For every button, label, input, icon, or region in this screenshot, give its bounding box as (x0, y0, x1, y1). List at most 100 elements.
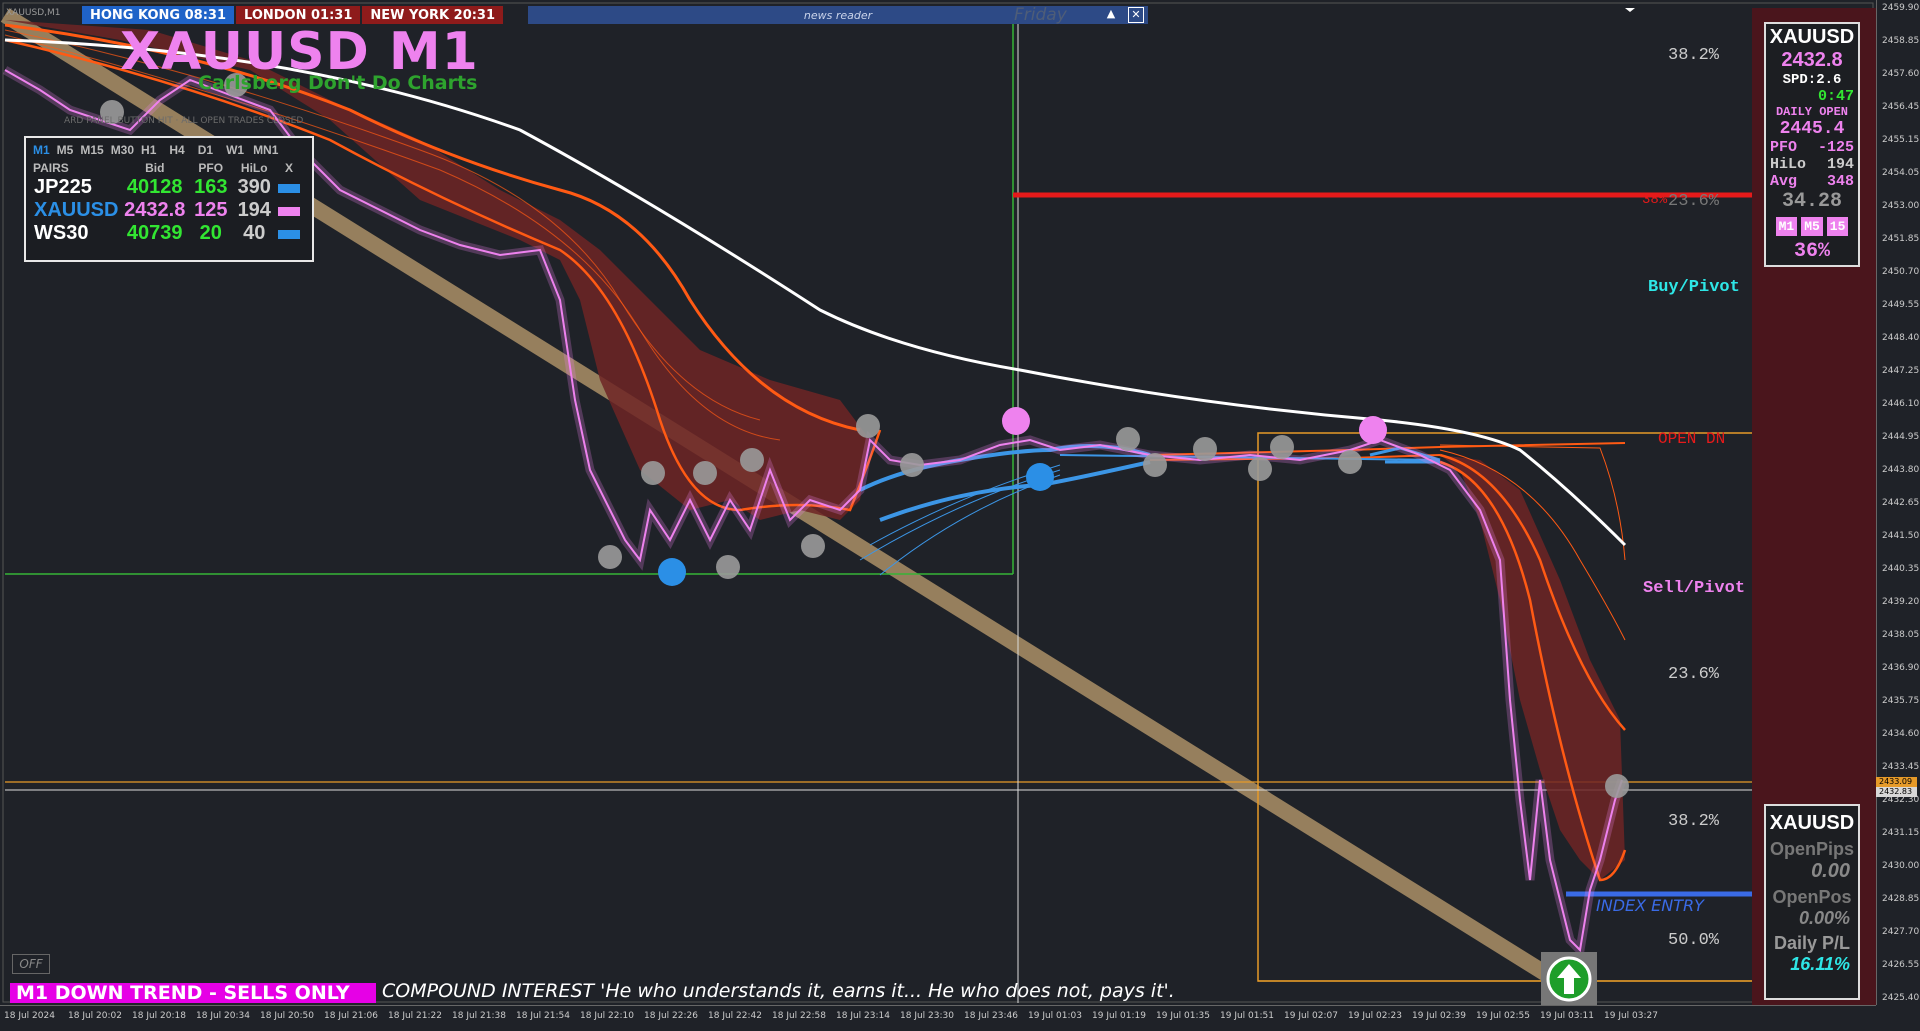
price-tick: 2447.25 (1882, 366, 1920, 376)
price-tick: 2431.15 (1882, 828, 1920, 838)
time-tick: 18 Jul 21:38 (452, 1011, 506, 1021)
pfo-value: -125 (1817, 139, 1854, 156)
tf-mn1[interactable]: MN1 (252, 142, 279, 158)
index-entry-label: INDEX ENTRY (1596, 896, 1704, 915)
tf-m15[interactable]: M15 (79, 142, 109, 158)
price-tick: 2441.50 (1882, 531, 1920, 541)
hilo-value: 194 (1826, 156, 1854, 173)
symbol-info-panel: XAUUSD 2432.8 SPD:2.6 0:47 DAILY OPEN 24… (1764, 22, 1860, 267)
price-tick: 2448.40 (1882, 333, 1920, 343)
fib-label: 23.6% (1668, 192, 1720, 211)
time-tick: 19 Jul 01:35 (1156, 1011, 1210, 1021)
time-tick: 18 Jul 21:22 (388, 1011, 442, 1021)
price-tag: 2432.83 (1876, 787, 1917, 797)
news-reader-bar[interactable]: news reader Friday ▲ ✕ (528, 5, 1148, 25)
avg-value: 348 (1826, 173, 1854, 190)
price-tick: 2458.85 (1882, 36, 1920, 46)
time-tick: 19 Jul 02:55 (1476, 1011, 1530, 1021)
time-tick: 18 Jul 23:14 (836, 1011, 890, 1021)
symbol-corner: XAUUSD,M1 (6, 8, 61, 18)
tf-m30[interactable]: M30 (110, 142, 140, 158)
avg-label: Avg (1770, 173, 1798, 190)
time-tick: 19 Jul 03:27 (1604, 1011, 1658, 1021)
pos-symbol: XAUUSD (1769, 812, 1855, 834)
pair-swatch[interactable] (278, 207, 300, 216)
close-icon[interactable]: ✕ (1128, 7, 1144, 23)
price-tick: 2453.00 (1882, 201, 1920, 211)
tf-d1[interactable]: D1 (197, 142, 225, 158)
price-tick: 2454.05 (1882, 168, 1920, 178)
time-tick: 18 Jul 20:18 (132, 1011, 186, 1021)
time-tick: 18 Jul 22:26 (644, 1011, 698, 1021)
off-button[interactable]: OFF (12, 954, 50, 974)
status-text: ARD PANEL BUTTON HIT · ALL OPEN TRADES C… (64, 116, 304, 126)
price-tick: 2443.80 (1882, 465, 1920, 475)
tf-w1[interactable]: W1 (225, 142, 252, 158)
time-tick: 18 Jul 20:02 (68, 1011, 122, 1021)
price-tick: 2442.65 (1882, 498, 1920, 508)
price-tick: 2450.70 (1882, 267, 1920, 277)
day-label: Friday (1014, 5, 1067, 25)
time-tick: 19 Jul 03:11 (1540, 1011, 1594, 1021)
pair-pfo: 163 (194, 176, 228, 198)
table-row[interactable]: XAUUSD 2432.8 125 194 (32, 199, 302, 222)
open-pips-value: 0.00 (1811, 860, 1850, 882)
price-tick: 2451.85 (1882, 234, 1920, 244)
info-percent: 36% (1793, 240, 1830, 263)
time-tick: 18 Jul 21:06 (324, 1011, 378, 1021)
tf-h4[interactable]: H4 (168, 142, 196, 158)
info-spread: SPD:2.6 (1782, 72, 1842, 88)
table-row[interactable]: WS30 40739 20 40 (32, 222, 302, 245)
time-tick: 18 Jul 20:34 (196, 1011, 250, 1021)
pair-name[interactable]: WS30 (32, 222, 120, 245)
daily-pl-value: 16.11% (1790, 954, 1850, 974)
price-tick: 2438.05 (1882, 630, 1920, 640)
buy-arrow-button[interactable] (1541, 952, 1597, 1006)
info-sidebar: XAUUSD 2432.8 SPD:2.6 0:47 DAILY OPEN 24… (1752, 8, 1876, 1006)
collapse-icon[interactable]: ▲ (1104, 7, 1118, 21)
quote-text: COMPOUND INTEREST 'He who understands it… (382, 980, 1175, 1002)
tf-m1[interactable]: M1 (32, 142, 56, 158)
price-tick: 2436.90 (1882, 663, 1920, 673)
pair-name[interactable]: XAUUSD (32, 199, 120, 222)
price-axis[interactable]: 2459.90 2458.85 2457.60 2456.45 2455.15 2454.… (1876, 0, 1920, 1005)
fib-label: 23.6% (1668, 665, 1720, 684)
time-tick: 18 Jul 22:42 (708, 1011, 762, 1021)
price-tick: 2456.45 (1882, 102, 1920, 112)
daily-open-label: DAILY OPEN (1775, 105, 1848, 119)
time-tick: 19 Jul 02:23 (1348, 1011, 1402, 1021)
tf-button-15[interactable]: 15 (1826, 217, 1849, 236)
daily-open-value: 2445.4 (1779, 119, 1845, 139)
tf-button-m5[interactable]: M5 (1801, 217, 1823, 236)
time-tick: 19 Jul 02:39 (1412, 1011, 1466, 1021)
time-tick: 18 Jul 2024 (4, 1011, 55, 1021)
tf-buttons: M1 M5 15 (1766, 217, 1858, 236)
col-hilo: HiLo (240, 161, 268, 175)
time-tick: 18 Jul 22:58 (772, 1011, 826, 1021)
pair-pfo: 20 (199, 222, 222, 244)
price-tick: 2446.10 (1882, 399, 1920, 409)
hilo-label: HiLo (1770, 156, 1807, 173)
table-row[interactable]: JP225 40128 163 390 (32, 176, 302, 199)
time-tick: 19 Jul 01:03 (1028, 1011, 1082, 1021)
price-tick: 2444.95 (1882, 432, 1920, 442)
pair-name[interactable]: JP225 (32, 176, 120, 199)
open-pips-label: OpenPips (1769, 839, 1854, 859)
fib-label: 38.2% (1668, 46, 1720, 65)
tf-button-m1[interactable]: M1 (1775, 217, 1798, 236)
pair-swatch[interactable] (278, 184, 300, 193)
tf-m5[interactable]: M5 (56, 142, 80, 158)
price-tick: 2455.15 (1882, 135, 1920, 145)
time-axis[interactable]: 18 Jul 2024 18 Jul 20:02 18 Jul 20:18 18 Ju… (0, 1005, 1876, 1031)
pfo-label: PFO (1770, 139, 1798, 156)
sell-pivot-label: Sell/Pivot (1643, 579, 1746, 598)
pair-swatch[interactable] (278, 230, 300, 239)
tf-h1[interactable]: H1 (140, 142, 168, 158)
col-pairs: PAIRS (33, 161, 69, 175)
time-tick: 18 Jul 20:50 (260, 1011, 314, 1021)
open-dn-label: OPEN DN (1658, 430, 1726, 448)
pair-bid: 40739 (126, 222, 183, 244)
pair-hilo: 390 (237, 176, 271, 198)
price-tick: 2435.75 (1882, 696, 1920, 706)
price-tick: 2425.40 (1882, 993, 1920, 1003)
